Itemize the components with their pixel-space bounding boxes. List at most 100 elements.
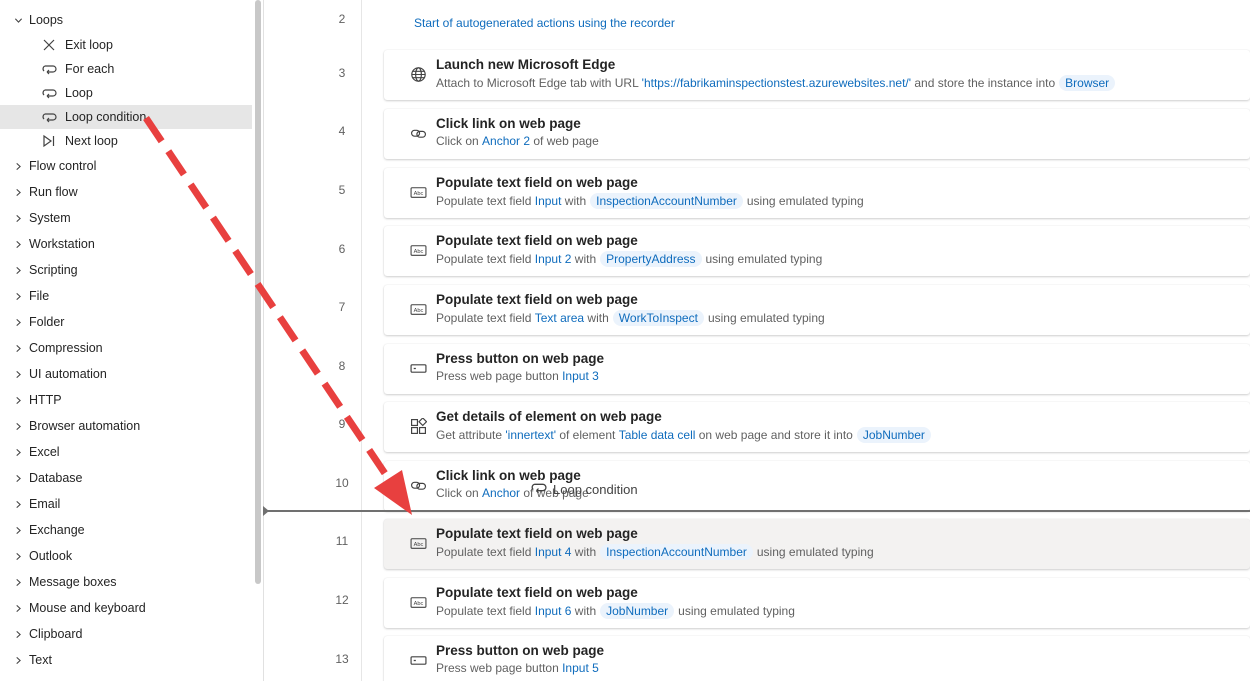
group-loops[interactable]: Loops	[0, 8, 63, 32]
flow-step[interactable]: Get details of element on web page Get at…	[384, 402, 1250, 452]
variable-pill[interactable]: PropertyAddress	[600, 251, 702, 267]
category-label: System	[29, 211, 71, 225]
chevron-right-icon	[12, 342, 24, 354]
svg-text:Abc: Abc	[413, 601, 423, 607]
category-label: Run flow	[29, 185, 78, 199]
category-label: Excel	[29, 445, 60, 459]
category-email[interactable]: Email	[0, 492, 60, 516]
category-outlook[interactable]: Outlook	[0, 544, 72, 568]
flow-step[interactable]: Abc Populate text field on web page Popula…	[384, 519, 1250, 569]
chevron-right-icon	[12, 550, 24, 562]
step-link[interactable]: Input 4	[535, 545, 572, 559]
link-icon	[409, 476, 427, 494]
chevron-down-icon	[12, 14, 24, 26]
drop-indicator	[264, 510, 1250, 512]
step-link[interactable]: Table data cell	[619, 428, 696, 442]
action-for-each[interactable]: For each	[0, 57, 252, 81]
action-label: For each	[65, 62, 115, 76]
action-exit-loop[interactable]: Exit loop	[0, 33, 252, 57]
action-next-loop[interactable]: Next loop	[0, 129, 252, 153]
flow-step[interactable]: Abc Populate text field on web page Popula…	[384, 285, 1250, 335]
flow-step[interactable]: Click link on web page Click on Anchor 2 …	[384, 109, 1250, 159]
category-clipboard[interactable]: Clipboard	[0, 622, 83, 646]
flow-step[interactable]: Launch new Microsoft Edge Attach to Micro…	[384, 50, 1250, 100]
chevron-right-icon	[12, 628, 24, 640]
step-title: Populate text field on web page	[436, 175, 638, 190]
category-workstation[interactable]: Workstation	[0, 232, 95, 256]
action-loop-condition[interactable]: Loop condition	[0, 105, 252, 129]
step-link[interactable]: Input 6	[535, 604, 572, 618]
step-text: Populate text field	[436, 252, 535, 266]
step-text: Populate text field	[436, 545, 535, 559]
category-run-flow[interactable]: Run flow	[0, 180, 78, 204]
step-text: with	[571, 604, 597, 618]
flow-step[interactable]: Press button on web page Press web page b…	[384, 344, 1250, 394]
variable-pill[interactable]: JobNumber	[600, 603, 675, 619]
category-excel[interactable]: Excel	[0, 440, 60, 464]
step-description: Populate text field Text area with WorkTo…	[436, 310, 825, 326]
flow-step[interactable]: Abc Populate text field on web page Popula…	[384, 578, 1250, 628]
comment-text[interactable]: Start of autogenerated actions using the…	[414, 16, 675, 30]
step-title: Populate text field on web page	[436, 585, 638, 600]
step-link[interactable]: Anchor	[482, 486, 520, 500]
variable-pill[interactable]: JobNumber	[856, 427, 931, 443]
step-text: Populate text field	[436, 311, 535, 325]
step-text: with	[571, 545, 597, 559]
step-title: Press button on web page	[436, 351, 605, 366]
variable-pill[interactable]: Browser	[1059, 75, 1116, 91]
category-label: Folder	[29, 315, 65, 329]
chevron-right-icon	[12, 212, 24, 224]
flow-step[interactable]: Press button on web page Press web page b…	[384, 636, 1250, 681]
category-scripting[interactable]: Scripting	[0, 258, 78, 282]
chevron-right-icon	[12, 290, 24, 302]
step-text: Click on	[436, 134, 483, 148]
flow-step[interactable]: Click link on web page Click on Anchor of…	[384, 461, 1250, 511]
group-label: Loops	[29, 13, 64, 27]
category-folder[interactable]: Folder	[0, 310, 64, 334]
step-link[interactable]: Input 3	[562, 369, 599, 383]
textfield-icon: Abc	[409, 183, 427, 201]
step-link[interactable]: 'https://fabrikaminspectionstest.azurewe…	[642, 76, 911, 90]
category-system[interactable]: System	[0, 206, 71, 230]
variable-pill[interactable]: WorkToInspect	[612, 310, 704, 326]
svg-text:Abc: Abc	[413, 249, 423, 255]
category-compression[interactable]: Compression	[0, 336, 103, 360]
category-http[interactable]: HTTP	[0, 388, 62, 412]
flow-step[interactable]: Abc Populate text field on web page Popula…	[384, 226, 1250, 276]
chevron-right-icon	[12, 186, 24, 198]
category-browser-automation[interactable]: Browser automation	[0, 414, 140, 438]
category-flow-control[interactable]: Flow control	[0, 154, 96, 178]
chevron-right-icon	[12, 602, 24, 614]
sidebar-scrollbar[interactable]	[255, 0, 261, 584]
category-exchange[interactable]: Exchange	[0, 518, 85, 542]
step-link[interactable]: Input 5	[562, 661, 599, 675]
step-title: Populate text field on web page	[436, 526, 638, 541]
category-database[interactable]: Database	[0, 466, 83, 490]
category-mouse-and-keyboard[interactable]: Mouse and keyboard	[0, 596, 146, 620]
step-text: of web page	[530, 134, 599, 148]
category-ui-automation[interactable]: UI automation	[0, 362, 107, 386]
category-file[interactable]: File	[0, 284, 49, 308]
category-label: Outlook	[29, 549, 73, 563]
drag-ghost-label: Loop condition	[553, 481, 638, 497]
step-link[interactable]: Input 2	[535, 252, 572, 266]
variable-pill[interactable]: InspectionAccountNumber	[600, 544, 753, 560]
step-text: Press web page button	[436, 369, 563, 383]
variable-pill[interactable]: InspectionAccountNumber	[590, 193, 743, 209]
step-link[interactable]: 'innertext'	[505, 428, 556, 442]
step-text: Click on	[436, 486, 483, 500]
flow-step[interactable]: Abc Populate text field on web page Popula…	[384, 168, 1250, 218]
step-description: Populate text field Input 6 with JobNumbe…	[436, 603, 795, 619]
action-label: Loop condition	[65, 110, 147, 124]
category-text[interactable]: Text	[0, 648, 52, 672]
step-text: using emulated typing	[756, 545, 874, 559]
step-link[interactable]: Input	[535, 194, 562, 208]
step-link[interactable]: Anchor 2	[482, 134, 530, 148]
step-link[interactable]: Text area	[535, 311, 584, 325]
category-label: Browser automation	[29, 419, 141, 433]
action-loop[interactable]: Loop	[0, 81, 252, 105]
chevron-right-icon	[12, 576, 24, 588]
step-text: Press web page button	[436, 661, 563, 675]
chevron-right-icon	[12, 394, 24, 406]
category-message-boxes[interactable]: Message boxes	[0, 570, 117, 594]
